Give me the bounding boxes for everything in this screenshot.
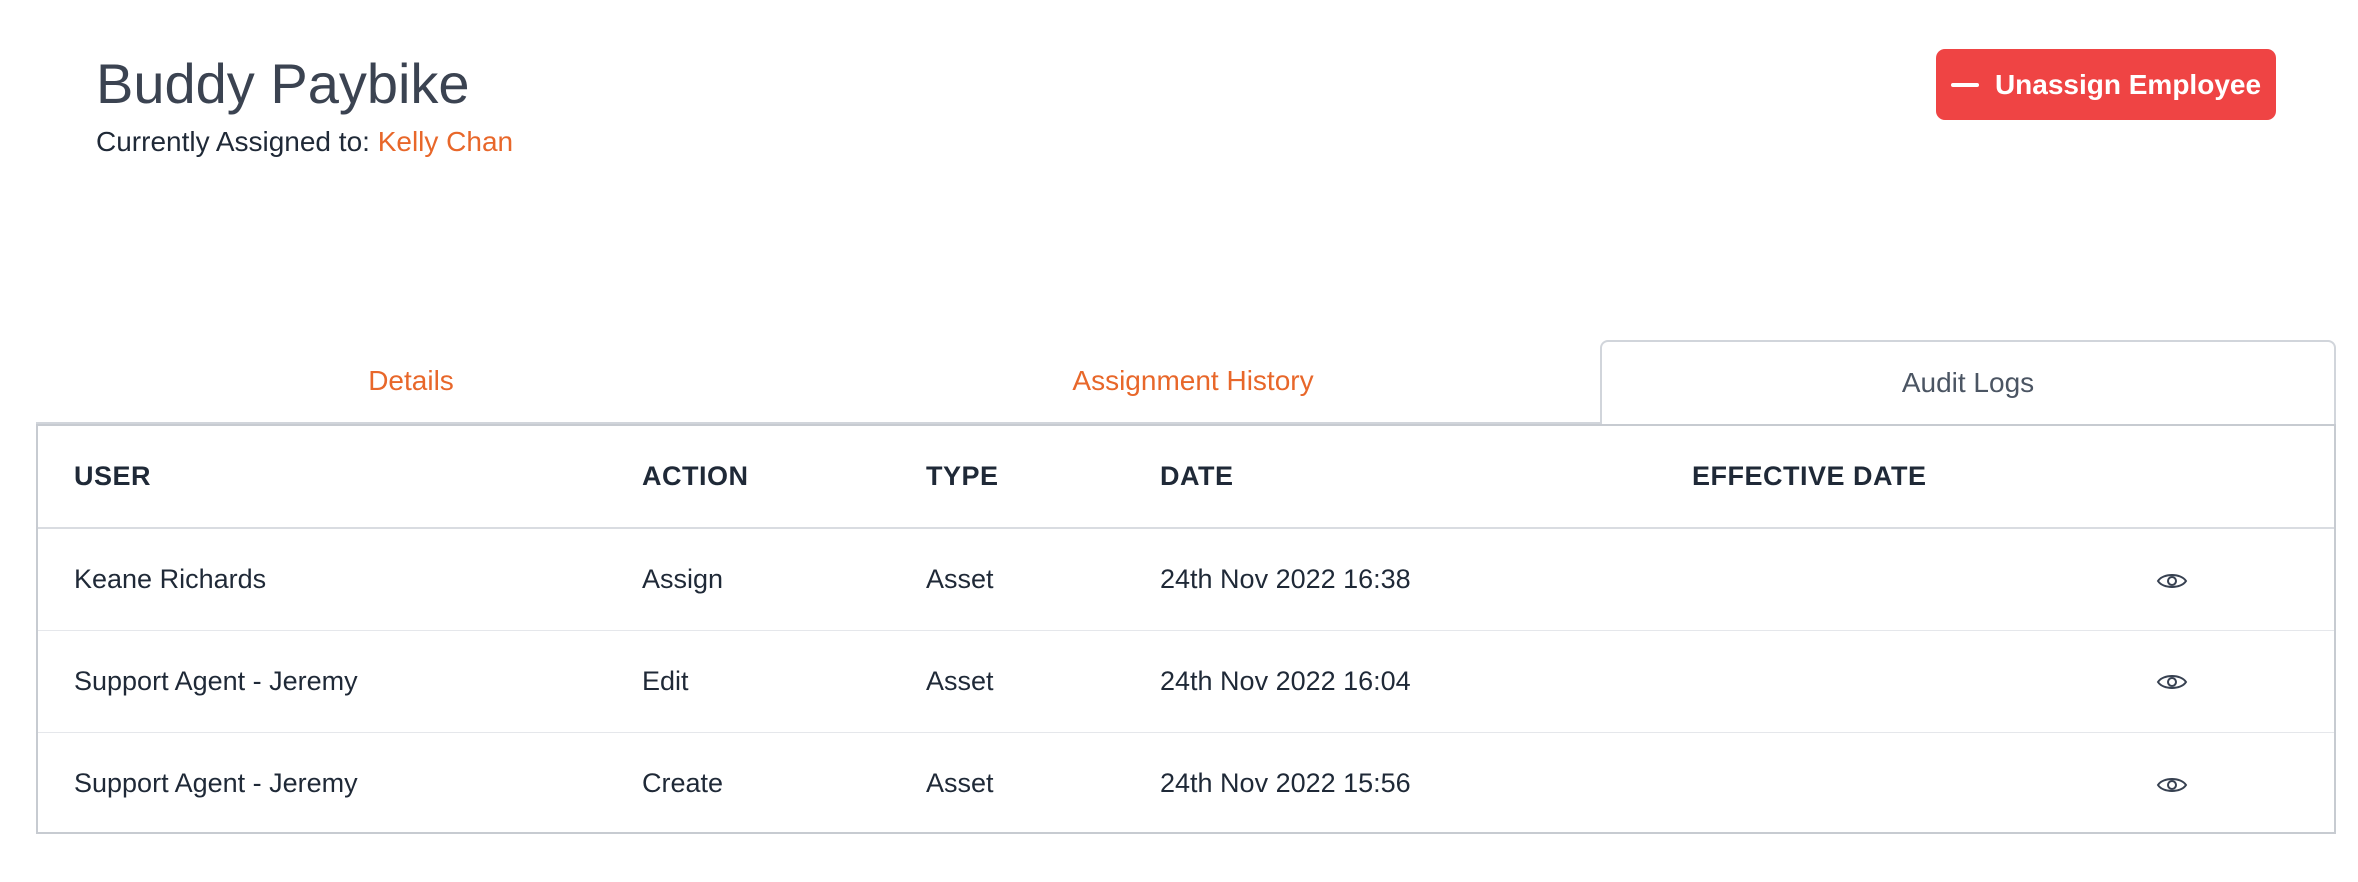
assigned-label: Currently Assigned to: <box>96 126 378 157</box>
column-header-effective-date: EFFECTIVE DATE <box>1692 426 2152 529</box>
column-header-user: USER <box>38 426 642 529</box>
table-row: Keane Richards Assign Asset 24th Nov 202… <box>38 528 2334 630</box>
column-header-date: DATE <box>1160 426 1692 529</box>
cell-view <box>2152 731 2334 834</box>
audit-log-table: USER ACTION TYPE DATE EFFECTIVE DATE Kea… <box>36 424 2336 834</box>
cell-type: Asset <box>926 629 1160 732</box>
cell-date: 24th Nov 2022 15:56 <box>1160 731 1692 834</box>
column-header-view <box>2152 426 2334 529</box>
tab-assignment-history[interactable]: Assignment History <box>786 340 1600 424</box>
cell-user: Support Agent - Jeremy <box>38 731 642 834</box>
page-header: Buddy Paybike Currently Assigned to: Kel… <box>96 48 513 158</box>
table-header-row: USER ACTION TYPE DATE EFFECTIVE DATE <box>38 426 2334 529</box>
tab-details[interactable]: Details <box>36 340 786 424</box>
cell-effective-date <box>1692 629 2152 732</box>
cell-view <box>2152 629 2334 732</box>
minus-icon <box>1950 82 1979 87</box>
cell-date: 24th Nov 2022 16:04 <box>1160 629 1692 732</box>
cell-user: Support Agent - Jeremy <box>38 629 642 732</box>
table-row: Support Agent - Jeremy Edit Asset 24th N… <box>38 629 2334 732</box>
unassign-button-label: Unassign Employee <box>1994 68 2262 100</box>
cell-type: Asset <box>926 563 994 594</box>
cell-action: Create <box>642 731 926 834</box>
unassign-employee-button[interactable]: Unassign Employee <box>1936 49 2276 120</box>
assigned-employee-link[interactable]: Kelly Chan <box>378 126 513 157</box>
page-title: Buddy Paybike <box>96 52 470 115</box>
assignment-info: Currently Assigned to: Kelly Chan <box>96 126 513 158</box>
cell-date: 24th Nov 2022 16:38 <box>1160 563 1411 594</box>
eye-icon[interactable] <box>2156 774 2188 796</box>
cell-type: Asset <box>926 731 1160 834</box>
column-header-type: TYPE <box>926 426 1160 529</box>
column-header-action: ACTION <box>642 426 926 529</box>
eye-icon[interactable] <box>2156 671 2188 693</box>
cell-effective-date <box>1692 731 2152 834</box>
asset-detail-page: Buddy Paybike Currently Assigned to: Kel… <box>0 0 2358 882</box>
table-row: Support Agent - Jeremy Create Asset 24th… <box>38 731 2334 834</box>
cell-action: Assign <box>642 563 724 594</box>
eye-icon[interactable] <box>2156 570 2188 592</box>
cell-user: Keane Richards <box>74 563 267 594</box>
tab-bar: Details Assignment History Audit Logs <box>36 340 2336 424</box>
cell-action: Edit <box>642 629 926 732</box>
cell-effective-date <box>1692 528 2152 630</box>
tab-audit-logs[interactable]: Audit Logs <box>1600 340 2336 424</box>
cell-view <box>2152 528 2334 630</box>
